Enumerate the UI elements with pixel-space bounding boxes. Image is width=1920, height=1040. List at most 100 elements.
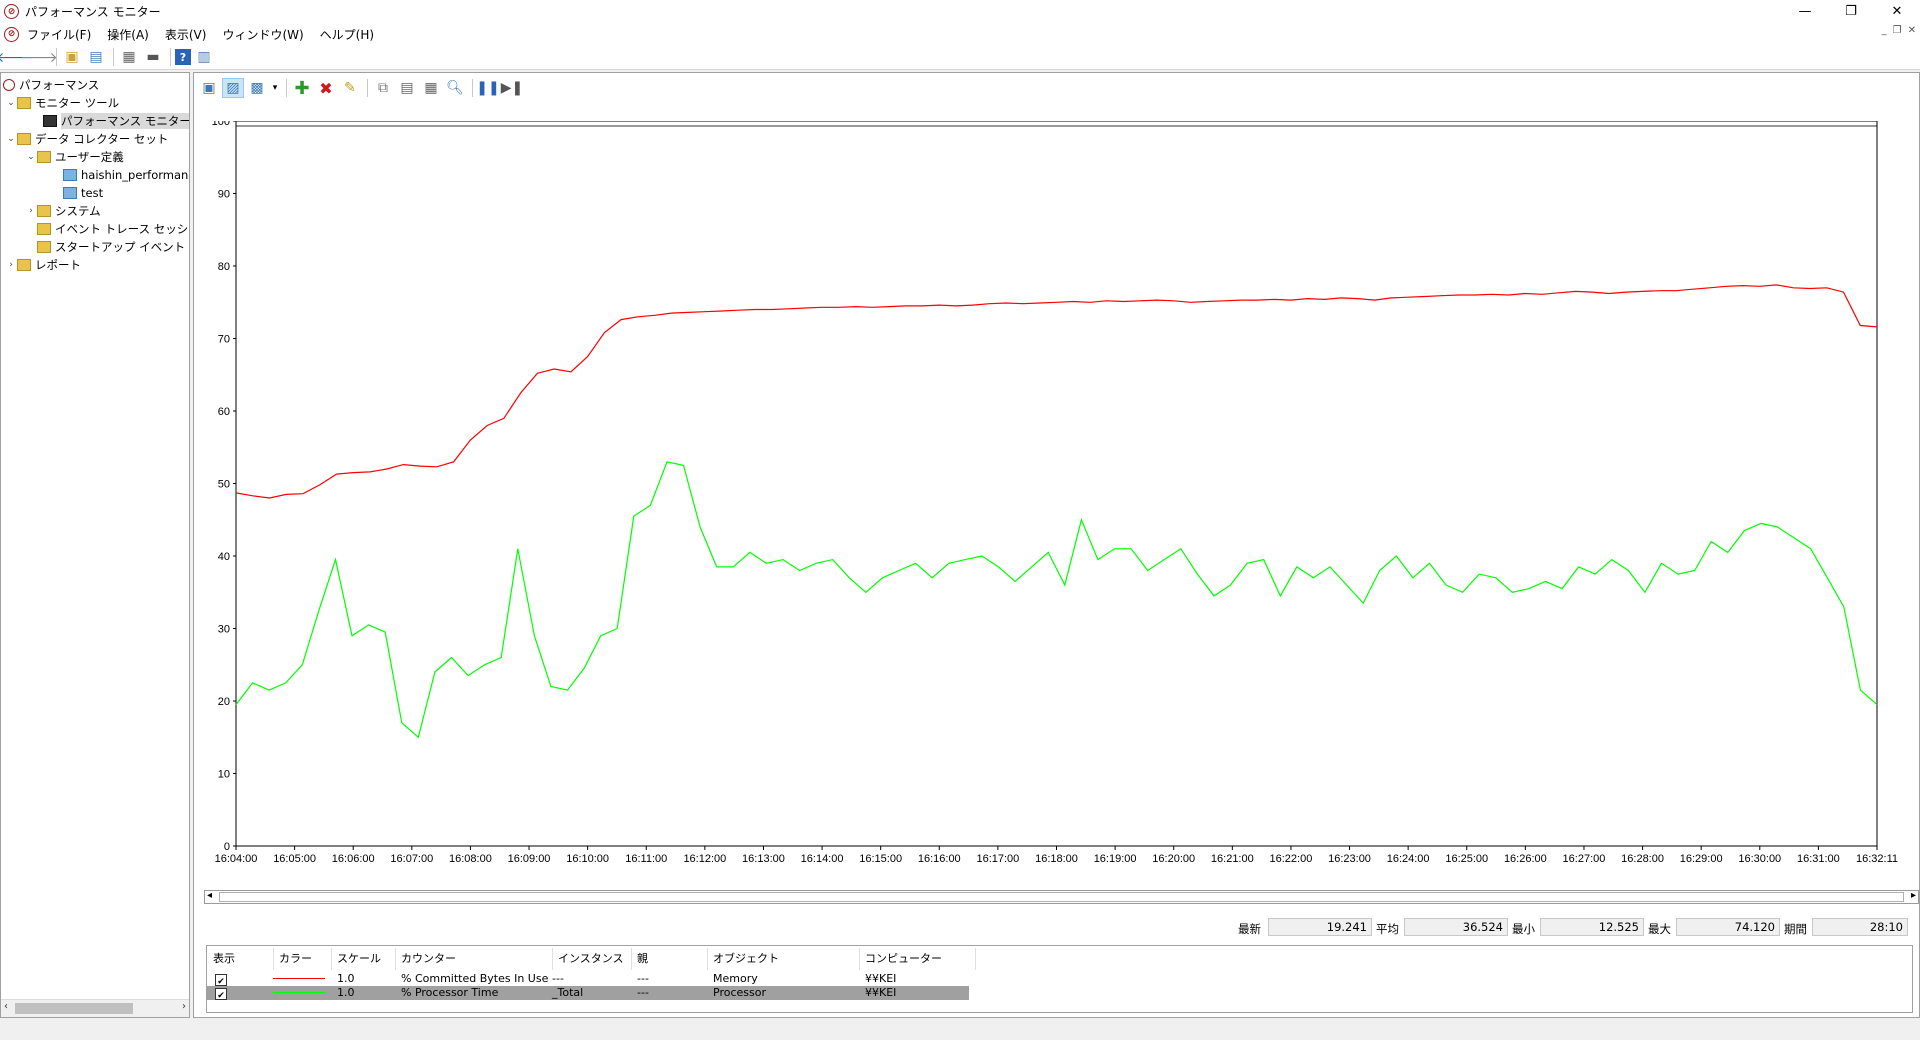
legend-header-color[interactable]: カラー: [273, 948, 332, 970]
chevron-down-icon[interactable]: ⌄: [5, 134, 17, 144]
copy-properties-icon[interactable]: ⧉: [372, 78, 394, 98]
time-range-scrollbar[interactable]: ◂ ▸: [204, 890, 1919, 904]
delete-counter-icon[interactable]: ✖: [315, 78, 337, 98]
show-checkbox[interactable]: ✔: [215, 974, 227, 987]
legend-row-selected[interactable]: ✔ 1.0 % Processor Time _Total --- Proces…: [207, 986, 969, 1001]
legend-header-counter[interactable]: カウンター: [395, 948, 553, 970]
tree-item-system[interactable]: › システム: [25, 202, 100, 219]
print-icon[interactable]: ▬: [142, 47, 164, 67]
window-controls: — ❐ ✕: [1782, 0, 1920, 23]
scroll-right-icon[interactable]: ›: [182, 1001, 186, 1012]
mdi-minimize-icon[interactable]: _: [1882, 25, 1887, 36]
toolbar-separator: [170, 48, 171, 66]
x-tick-label: 16:23:00: [1328, 853, 1371, 865]
chevron-down-icon[interactable]: ▾: [270, 78, 280, 98]
line-chart: 0102030405060708090100 16:04:00 16:05:00 1…: [212, 121, 1898, 865]
legend-header-instance[interactable]: インスタンス: [552, 948, 632, 970]
export-list-icon[interactable]: ▦: [118, 47, 140, 67]
up-folder-icon[interactable]: ▣: [61, 47, 83, 67]
legend-parent: ---: [637, 986, 649, 999]
change-graph-type-icon[interactable]: ▩: [246, 78, 268, 98]
y-axis: 0 10 20 30 40 50 60 70 80 90 100: [212, 121, 236, 853]
x-tick-label: 16:21:00: [1211, 853, 1254, 865]
tree-item-performance[interactable]: パフォーマンス: [3, 76, 99, 93]
legend-header-parent[interactable]: 親: [631, 948, 708, 970]
zoom-icon[interactable]: 🔍︎: [444, 78, 466, 98]
x-tick-label: 16:12:00: [683, 853, 726, 865]
sidebar-horizontal-scrollbar[interactable]: ‹ ›: [1, 999, 189, 1017]
highlight-icon[interactable]: ✎: [339, 78, 361, 98]
tree-item-label: レポート: [35, 257, 81, 272]
tree-item-test[interactable]: test: [63, 184, 103, 201]
view-log-data-icon[interactable]: ▨: [222, 78, 244, 98]
x-tick-label: 16:13:00: [742, 853, 785, 865]
minimize-icon[interactable]: —: [1782, 0, 1828, 23]
menu-window[interactable]: ウィンドウ(W): [222, 26, 303, 43]
chevron-down-icon[interactable]: ⌄: [5, 98, 17, 108]
help-icon[interactable]: ?: [175, 49, 191, 65]
perfmon-icon: ⊘: [4, 4, 19, 19]
paste-counter-list-icon[interactable]: ▤: [396, 78, 418, 98]
tree-item-haishin[interactable]: haishin_performanc: [63, 166, 189, 183]
tree-item-startup-event-trace[interactable]: スタートアップ イベント トレ: [37, 238, 189, 255]
legend-header-row: 表示 カラー スケール カウンター インスタンス 親 オブジェクト コンピュータ…: [207, 948, 976, 970]
view-current-activity-icon[interactable]: ▣: [198, 78, 220, 98]
chevron-right-icon[interactable]: ›: [5, 260, 17, 270]
tree-item-event-trace-sessions[interactable]: イベント トレース セッション: [37, 220, 189, 237]
scroll-right-icon[interactable]: ▸: [1911, 890, 1916, 901]
menu-action[interactable]: 操作(A): [107, 26, 149, 43]
close-icon[interactable]: ✕: [1874, 0, 1920, 23]
tree-item-data-collector-sets[interactable]: ⌄ データ コレクター セット: [5, 130, 168, 147]
menu-help[interactable]: ヘルプ(H): [320, 26, 374, 43]
forward-arrow-icon[interactable]: 🡒: [20, 47, 58, 67]
tree-item-label: スタートアップ イベント トレ: [55, 239, 189, 254]
tree-item-user-defined[interactable]: ⌄ ユーザー定義: [25, 148, 124, 165]
monitor-chart-icon: [43, 114, 57, 127]
legend-instance: ---: [552, 972, 564, 985]
title-bar: ⊘ パフォーマンス モニター — ❐ ✕: [0, 0, 1920, 23]
restore-icon[interactable]: ❐: [1828, 0, 1874, 23]
scroll-left-icon[interactable]: ‹: [4, 1001, 8, 1012]
show-hide-tree-icon[interactable]: ▤: [85, 47, 107, 67]
scroll-left-icon[interactable]: ◂: [207, 890, 212, 901]
stat-last-value: 19.241: [1268, 918, 1372, 936]
tree-item-label: データ コレクター セット: [35, 131, 169, 146]
tree-item-monitor-tools[interactable]: ⌄ モニター ツール: [5, 94, 119, 111]
x-tick-label: 16:04:00: [215, 853, 258, 865]
scrollbar-thumb[interactable]: [15, 1003, 133, 1014]
freeze-display-icon[interactable]: ❚❚: [476, 78, 499, 98]
legend-object: Processor: [713, 986, 766, 999]
chevron-right-icon[interactable]: ›: [25, 206, 37, 216]
add-counter-icon[interactable]: ✚: [291, 78, 313, 99]
toolbar-separator: [367, 79, 368, 97]
tree-item-reports[interactable]: › レポート: [5, 256, 81, 273]
tree-item-performance-monitor[interactable]: パフォーマンス モニター: [43, 112, 189, 129]
show-action-pane-icon[interactable]: ▥: [193, 47, 215, 67]
legend-row[interactable]: ✔ 1.0 % Committed Bytes In Use --- --- M…: [207, 972, 969, 987]
folder-icon: [17, 96, 31, 109]
legend-header-computer[interactable]: コンピューター: [859, 948, 976, 970]
stat-last-label: 最新: [1238, 922, 1261, 936]
perfmon-icon[interactable]: ⊘: [4, 26, 19, 42]
properties-icon[interactable]: ▦: [420, 78, 442, 98]
legend-header-object[interactable]: オブジェクト: [707, 948, 860, 970]
y-tick-label: 0: [224, 841, 230, 853]
legend-header-show[interactable]: 表示: [207, 948, 274, 970]
show-checkbox[interactable]: ✔: [215, 988, 227, 1001]
mdi-close-icon[interactable]: ✕: [1908, 25, 1916, 36]
folder-icon: [37, 240, 51, 253]
plot-area: [235, 121, 1878, 847]
menu-view[interactable]: 表示(V): [165, 26, 207, 43]
mdi-restore-icon[interactable]: ❐: [1893, 25, 1902, 36]
chevron-down-icon[interactable]: ⌄: [25, 152, 37, 162]
legend-header-scale[interactable]: スケール: [331, 948, 396, 970]
legend-instance: _Total: [552, 986, 584, 999]
data-collector-set-icon: [63, 186, 77, 199]
scrollbar-thumb[interactable]: [219, 892, 1904, 902]
update-data-icon[interactable]: ▶❚: [501, 78, 524, 98]
folder-icon: [17, 132, 31, 145]
x-tick-label: 16:17:00: [976, 853, 1019, 865]
x-tick-label: 16:24:00: [1387, 853, 1430, 865]
menu-file[interactable]: ファイル(F): [27, 26, 91, 43]
y-tick-label: 50: [218, 479, 230, 491]
